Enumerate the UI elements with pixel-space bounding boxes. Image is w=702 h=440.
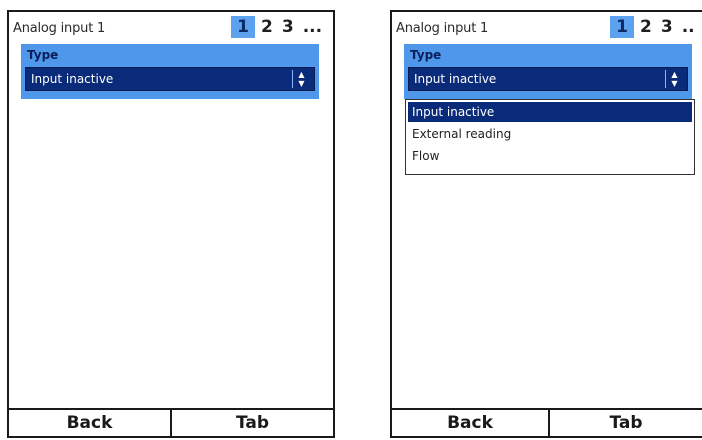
- screen-title: Analog input 1: [396, 21, 489, 36]
- type-field-panel: Type Input inactive ▲ ▼: [404, 44, 692, 99]
- page-2-button[interactable]: 2: [637, 16, 655, 38]
- back-button[interactable]: Back: [9, 410, 172, 436]
- page-1-button[interactable]: 1: [610, 16, 634, 38]
- tab-button[interactable]: Tab: [550, 410, 702, 436]
- page-indicator: 1 2 3...: [231, 16, 325, 38]
- device-screen-right: Analog input 1 1 2 3.. Type Input inactive…: [390, 10, 702, 438]
- title-bar: Analog input 1 1 2 3..: [392, 12, 702, 42]
- page-indicator: 1 2 3..: [610, 16, 698, 38]
- dropdown-option-flow[interactable]: Flow: [408, 146, 692, 166]
- dropdown-option-input-inactive[interactable]: Input inactive: [408, 102, 692, 122]
- up-down-arrows-icon[interactable]: ▲ ▼: [665, 70, 683, 88]
- dropdown-option-external-reading[interactable]: External reading: [408, 124, 692, 144]
- type-dropdown-list: Input inactive External reading Flow: [405, 99, 695, 175]
- tab-button[interactable]: Tab: [172, 410, 333, 436]
- page-2-button[interactable]: 2: [258, 16, 276, 38]
- screen-title: Analog input 1: [13, 21, 106, 36]
- type-field-panel: Type Input inactive ▲ ▼: [21, 44, 319, 99]
- back-button[interactable]: Back: [392, 410, 550, 436]
- type-select[interactable]: Input inactive ▲ ▼: [25, 67, 315, 91]
- device-screen-left: Analog input 1 1 2 3... Type Input inactiv…: [7, 10, 335, 438]
- more-pages-button[interactable]: ..: [679, 16, 698, 38]
- type-label: Type: [27, 48, 59, 62]
- page-3-button[interactable]: 3: [279, 16, 297, 38]
- more-pages-button[interactable]: ...: [300, 16, 325, 38]
- type-label: Type: [410, 48, 442, 62]
- type-select-value: Input inactive: [31, 72, 114, 86]
- title-bar: Analog input 1 1 2 3...: [9, 12, 333, 42]
- up-down-arrows-icon[interactable]: ▲ ▼: [292, 70, 310, 88]
- page-3-button[interactable]: 3: [658, 16, 676, 38]
- softkey-bar: Back Tab: [392, 408, 702, 436]
- page-1-button[interactable]: 1: [231, 16, 255, 38]
- type-select-value: Input inactive: [414, 72, 497, 86]
- type-select[interactable]: Input inactive ▲ ▼: [408, 67, 688, 91]
- softkey-bar: Back Tab: [9, 408, 333, 436]
